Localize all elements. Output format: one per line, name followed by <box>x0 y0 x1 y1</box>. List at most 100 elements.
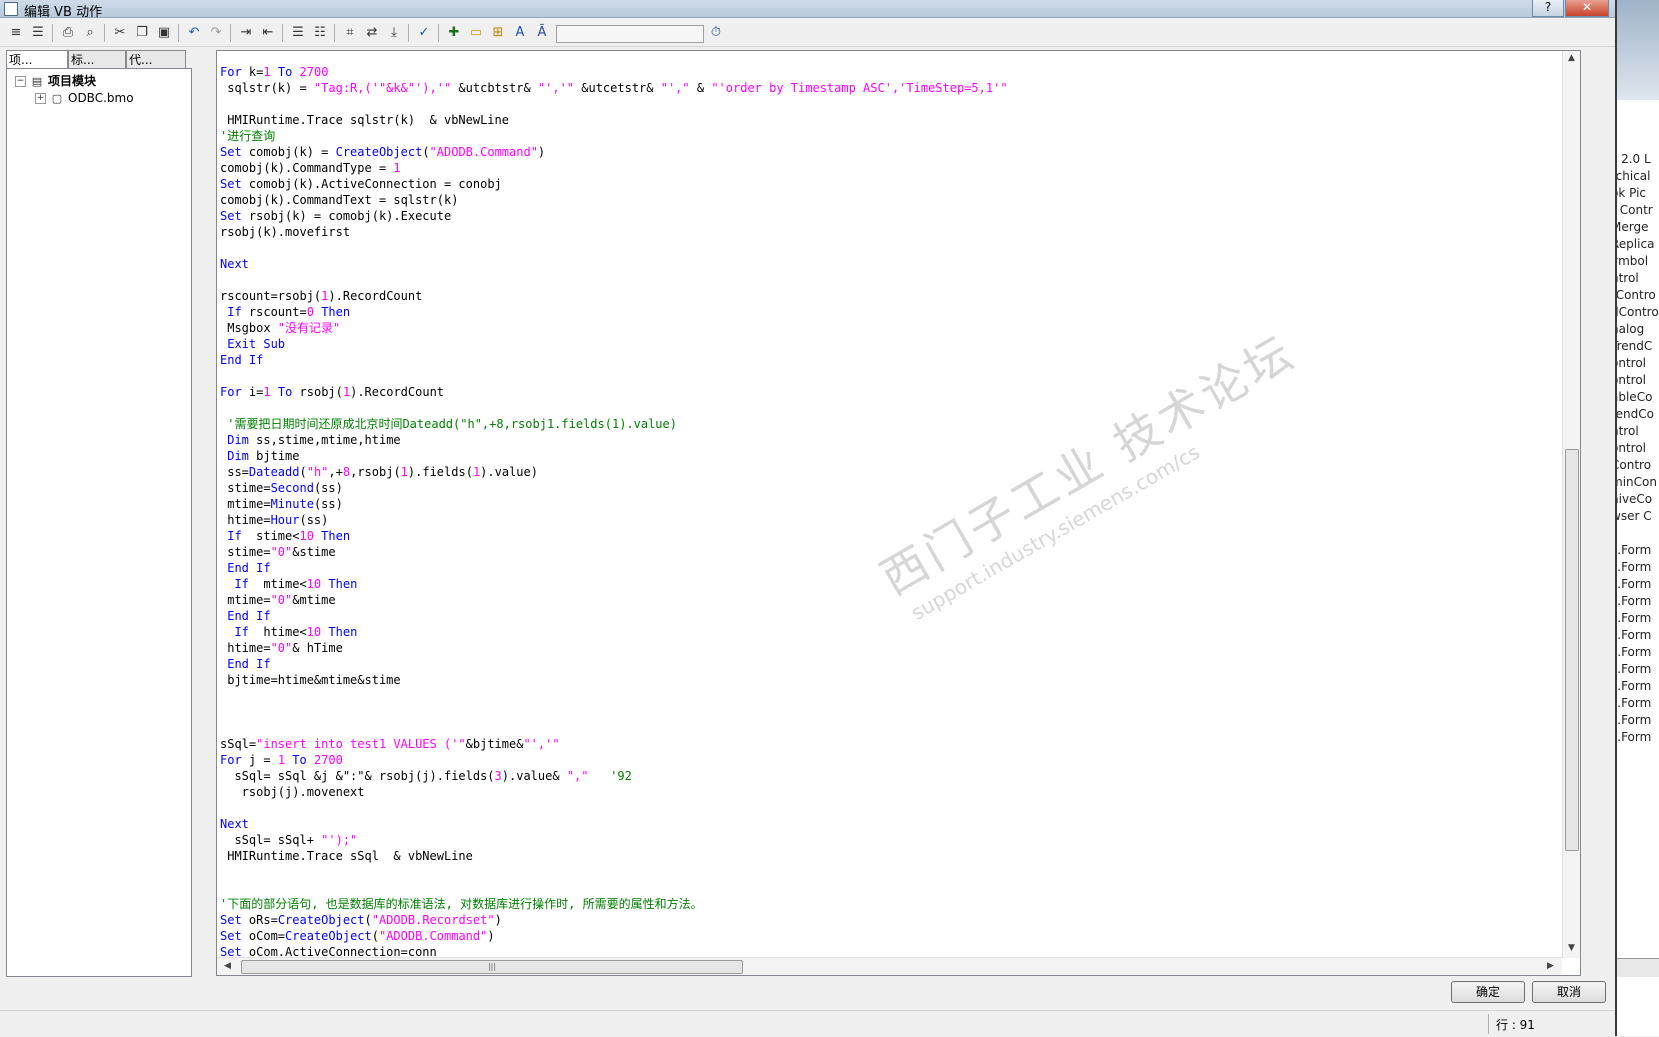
text-icon[interactable]: Ã <box>534 25 550 41</box>
code-line[interactable]: '下面的部分语句, 也是数据库的标准语法, 对数据库进行操作时, 所需要的属性和… <box>220 896 1008 912</box>
align-justify-icon[interactable]: ☰ <box>30 25 46 41</box>
code-line[interactable]: rscount=rsobj(1).RecordCount <box>220 288 1008 304</box>
code-line[interactable]: Set oRs=CreateObject("ADODB.Recordset") <box>220 912 1008 928</box>
code-line[interactable]: Dim bjtime <box>220 448 1008 464</box>
tab-project[interactable]: 项... <box>6 50 68 70</box>
code-line[interactable]: stime="0"&stime <box>220 544 1008 560</box>
code-line[interactable]: htime="0"& hTime <box>220 640 1008 656</box>
tree-node-project-modules[interactable]: − ▤ 项目模块 <box>15 72 96 89</box>
add-icon[interactable]: ✚ <box>446 25 462 41</box>
code-line[interactable]: Exit Sub <box>220 336 1008 352</box>
tab-code[interactable]: 代... <box>126 50 186 70</box>
indent-icon[interactable]: ⇥ <box>238 25 254 41</box>
new-object-icon[interactable]: ⊞ <box>490 25 506 41</box>
toolbar-combo[interactable] <box>556 25 704 43</box>
code-line[interactable]: Next <box>220 816 1008 832</box>
timer-icon[interactable]: ⏱ <box>708 25 724 41</box>
pane-splitter[interactable] <box>192 50 216 976</box>
paste-icon[interactable]: ▣ <box>156 25 172 41</box>
code-line[interactable]: Set rsobj(k) = comobj(k).Execute <box>220 208 1008 224</box>
code-line[interactable]: comobj(k).CommandType = 1 <box>220 160 1008 176</box>
code-text[interactable]: For k=1 To 2700 sqlstr(k) = "Tag:R,('"&k… <box>220 64 1008 960</box>
code-line[interactable]: If rscount=0 Then <box>220 304 1008 320</box>
code-line[interactable]: htime=Hour(ss) <box>220 512 1008 528</box>
undo-icon[interactable]: ↶ <box>186 25 202 41</box>
minimize-button[interactable]: ? <box>1532 0 1564 17</box>
tree-node-odbc[interactable]: + ▢ ODBC.bmo <box>35 91 134 105</box>
code-line[interactable] <box>220 368 1008 384</box>
print-preview-icon[interactable]: ⌕ <box>82 25 98 41</box>
tab-tags[interactable]: 标... <box>68 50 126 70</box>
comment-icon[interactable]: ☰ <box>290 25 306 41</box>
goto-icon[interactable]: ⤓ <box>386 25 402 41</box>
code-line[interactable]: mtime="0"&mtime <box>220 592 1008 608</box>
expand-icon[interactable]: + <box>35 93 46 104</box>
copy-icon[interactable]: ❐ <box>134 25 150 41</box>
code-line[interactable]: bjtime=htime&mtime&stime <box>220 672 1008 688</box>
code-line[interactable]: stime=Second(ss) <box>220 480 1008 496</box>
horizontal-scrollbar[interactable]: ◀ ||| ▶ <box>217 957 1562 975</box>
code-line[interactable]: sqlstr(k) = "Tag:R,('"&k&"'),'" &utcbtst… <box>220 80 1007 96</box>
outdent-icon[interactable]: ⇤ <box>260 25 276 41</box>
cancel-button[interactable]: 取消 <box>1532 981 1606 1003</box>
code-line[interactable]: Set comobj(k) = CreateObject("ADODB.Comm… <box>220 144 1008 160</box>
code-line[interactable] <box>220 240 1008 256</box>
code-line[interactable]: sSql="insert into test1 VALUES ('"&bjtim… <box>220 736 1008 752</box>
code-line[interactable] <box>220 800 1008 816</box>
code-line[interactable]: mtime=Minute(ss) <box>220 496 1008 512</box>
uncomment-icon[interactable]: ☷ <box>312 25 328 41</box>
code-line[interactable]: If htime<10 Then <box>220 624 1008 640</box>
code-line[interactable] <box>220 688 1008 704</box>
code-line[interactable]: comobj(k).CommandText = sqlstr(k) <box>220 192 1008 208</box>
vertical-scroll-thumb[interactable] <box>1565 449 1579 851</box>
replace-icon[interactable]: ⇄ <box>364 25 380 41</box>
code-line[interactable] <box>220 704 1008 720</box>
code-line[interactable]: sSql= sSql+ "');" <box>220 832 1008 848</box>
code-line[interactable] <box>220 880 1008 896</box>
code-line[interactable]: For k=1 To 2700 <box>220 64 1008 80</box>
code-line[interactable]: rsobj(j).movenext <box>220 784 1008 800</box>
code-line[interactable]: HMIRuntime.Trace sSql & vbNewLine <box>220 848 1008 864</box>
code-line[interactable]: '进行查询 <box>220 128 1008 144</box>
scroll-up-icon[interactable]: ▲ <box>1563 53 1580 63</box>
code-line[interactable]: End If <box>220 560 1008 576</box>
code-line[interactable]: Set comobj(k).ActiveConnection = conobj <box>220 176 1008 192</box>
code-line[interactable]: ss=Dateadd("h",+8,rsobj(1).fields(1).val… <box>220 464 1008 480</box>
scroll-left-icon[interactable]: ◀ <box>219 961 236 971</box>
code-editor[interactable]: For k=1 To 2700 sqlstr(k) = "Tag:R,('"&k… <box>216 50 1581 976</box>
code-line[interactable]: Dim ss,stime,mtime,htime <box>220 432 1008 448</box>
cut-icon[interactable]: ✂ <box>112 25 128 41</box>
align-left-icon[interactable]: ≡ <box>8 25 24 41</box>
code-line[interactable]: For j = 1 To 2700 <box>220 752 1008 768</box>
find-icon[interactable]: ⌗ <box>342 25 358 41</box>
horizontal-scroll-thumb[interactable]: ||| <box>241 960 743 974</box>
code-line[interactable]: For i=1 To rsobj(1).RecordCount <box>220 384 1008 400</box>
code-line[interactable]: If mtime<10 Then <box>220 576 1008 592</box>
code-line[interactable]: Next <box>220 256 1008 272</box>
code-line[interactable]: Msgbox "没有记录" <box>220 320 1008 336</box>
code-line[interactable] <box>220 400 1008 416</box>
code-line[interactable]: Set oCom=CreateObject("ADODB.Command") <box>220 928 1008 944</box>
code-line[interactable]: End If <box>220 608 1008 624</box>
ok-button[interactable]: 确定 <box>1451 981 1525 1003</box>
print-icon[interactable]: ⎙ <box>60 25 76 41</box>
redo-icon[interactable]: ↷ <box>208 25 224 41</box>
folder-icon[interactable]: ▭ <box>468 25 484 41</box>
vertical-scrollbar[interactable]: ▲ ▼ <box>1562 51 1580 958</box>
code-line[interactable]: sSql= sSql &j &":"& rsobj(j).fields(3).v… <box>220 768 1008 784</box>
code-line[interactable] <box>220 864 1008 880</box>
code-line[interactable]: rsobj(k).movefirst <box>220 224 1008 240</box>
scroll-down-icon[interactable]: ▼ <box>1563 943 1580 953</box>
code-line[interactable] <box>220 720 1008 736</box>
font-icon[interactable]: A <box>512 25 528 41</box>
code-line[interactable] <box>220 96 1008 112</box>
code-line[interactable]: '需要把日期时间还原成北京时间Dateadd("h",+8,rsobj1.fie… <box>220 416 1008 432</box>
code-line[interactable]: End If <box>220 656 1008 672</box>
code-line[interactable]: End If <box>220 352 1008 368</box>
code-line[interactable] <box>220 272 1008 288</box>
close-button[interactable]: ✕ <box>1565 0 1609 17</box>
syntax-check-icon[interactable]: ✓ <box>416 25 432 41</box>
code-line[interactable]: If stime<10 Then <box>220 528 1008 544</box>
code-line[interactable]: HMIRuntime.Trace sqlstr(k) & vbNewLine <box>220 112 1008 128</box>
collapse-icon[interactable]: − <box>15 76 26 87</box>
